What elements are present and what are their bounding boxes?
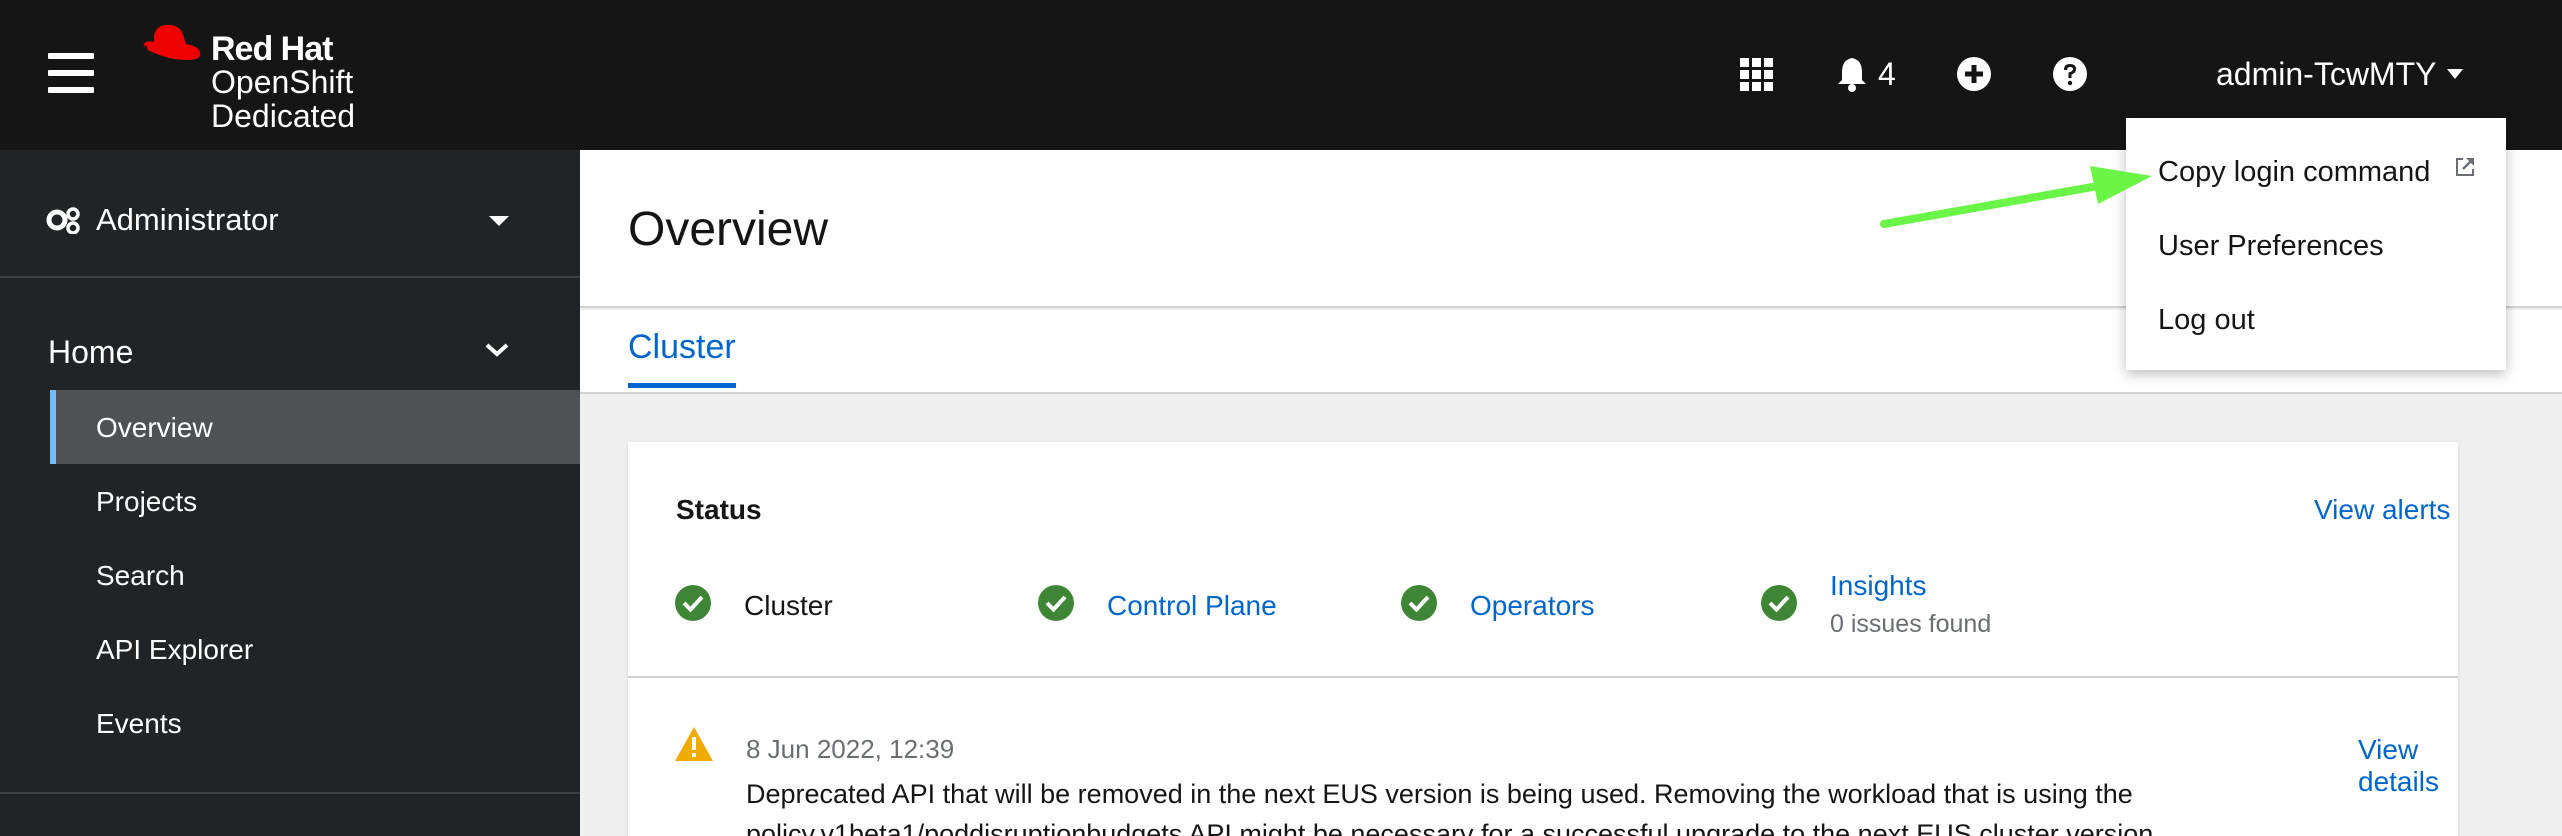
import-yaml-icon[interactable]: [1956, 50, 1992, 98]
status-card-title: Status: [676, 494, 762, 525]
user-menu-toggle[interactable]: admin-TcwMTY: [2216, 50, 2464, 98]
insights-subtext: 0 issues found: [1830, 610, 1992, 638]
sidebar-item-api-explorer[interactable]: API Explorer: [50, 612, 580, 686]
sidebar-item-events[interactable]: Events: [50, 686, 580, 760]
sidebar: Administrator Home Overview Projects Sea…: [0, 150, 580, 836]
hamburger-menu-icon[interactable]: [48, 53, 94, 93]
view-details-link[interactable]: View details: [2358, 734, 2458, 798]
sidebar-item-search[interactable]: Search: [50, 538, 580, 612]
sidebar-item-projects[interactable]: Projects: [50, 464, 580, 538]
control-plane-link[interactable]: Control Plane: [1107, 590, 1277, 622]
app-launcher-icon[interactable]: [1738, 50, 1774, 98]
brand-logo[interactable]: Red Hat OpenShift Dedicated: [140, 22, 380, 134]
brand-openshift-text: OpenShift: [211, 64, 354, 100]
status-card: Status View alerts Cluster Control Plane…: [628, 442, 2458, 836]
card-divider: [628, 676, 2458, 678]
check-circle-icon: [1401, 585, 1437, 621]
user-dropdown-menu: Copy login command User Preferences Log …: [2126, 118, 2506, 370]
user-preferences-item[interactable]: User Preferences: [2158, 230, 2384, 263]
alert-timestamp: 8 Jun 2022, 12:39: [746, 734, 955, 764]
check-circle-icon: [1038, 585, 1074, 621]
check-circle-icon: [1761, 585, 1797, 621]
perspective-label: Administrator: [96, 202, 279, 237]
red-hat-icon: [143, 24, 201, 66]
sidebar-item-label: Events: [96, 708, 182, 739]
caret-down-icon: [489, 216, 509, 226]
alert-message: Deprecated API that will be removed in t…: [746, 779, 2161, 836]
page-title: Overview: [628, 203, 829, 256]
view-alerts-link[interactable]: View alerts: [2314, 494, 2450, 526]
status-item-cluster: Cluster: [674, 584, 833, 622]
status-item-insights: Insights 0 issues found: [1760, 570, 1991, 638]
sidebar-item-label: Overview: [96, 412, 213, 443]
warning-triangle-icon: [675, 727, 713, 761]
tab-cluster[interactable]: Cluster: [628, 328, 736, 388]
status-item-control-plane: Control Plane: [1037, 584, 1277, 622]
brand-dedicated-text: Dedicated: [211, 98, 356, 134]
nav-group-home[interactable]: Home: [0, 280, 580, 380]
sidebar-item-overview[interactable]: Overview: [50, 390, 580, 464]
check-circle-icon: [675, 585, 711, 621]
log-out-item[interactable]: Log out: [2158, 304, 2255, 337]
nav-group-home-label: Home: [48, 334, 134, 370]
sidebar-item-label: API Explorer: [96, 634, 254, 665]
operators-link[interactable]: Operators: [1470, 590, 1595, 622]
chevron-down-icon: [485, 343, 509, 357]
insights-link[interactable]: Insights: [1830, 570, 1927, 602]
perspective-switcher[interactable]: Administrator: [0, 150, 580, 278]
sidebar-item-label: Search: [96, 560, 185, 591]
external-link-icon: [2456, 158, 2474, 176]
status-item-label: Cluster: [744, 590, 833, 621]
status-item-operators: Operators: [1400, 584, 1595, 622]
sidebar-item-label: Projects: [96, 486, 198, 517]
copy-login-command-item[interactable]: Copy login command: [2158, 156, 2430, 189]
cogs-icon: [46, 207, 80, 234]
notifications-button[interactable]: 4: [1836, 50, 1896, 98]
bell-icon: [1838, 58, 1866, 92]
username-label: admin-TcwMTY: [2216, 55, 2437, 92]
caret-down-icon: [2447, 69, 2464, 79]
notification-count: 4: [1878, 55, 1896, 92]
help-icon[interactable]: [2052, 50, 2088, 98]
sidebar-divider: [0, 792, 580, 794]
